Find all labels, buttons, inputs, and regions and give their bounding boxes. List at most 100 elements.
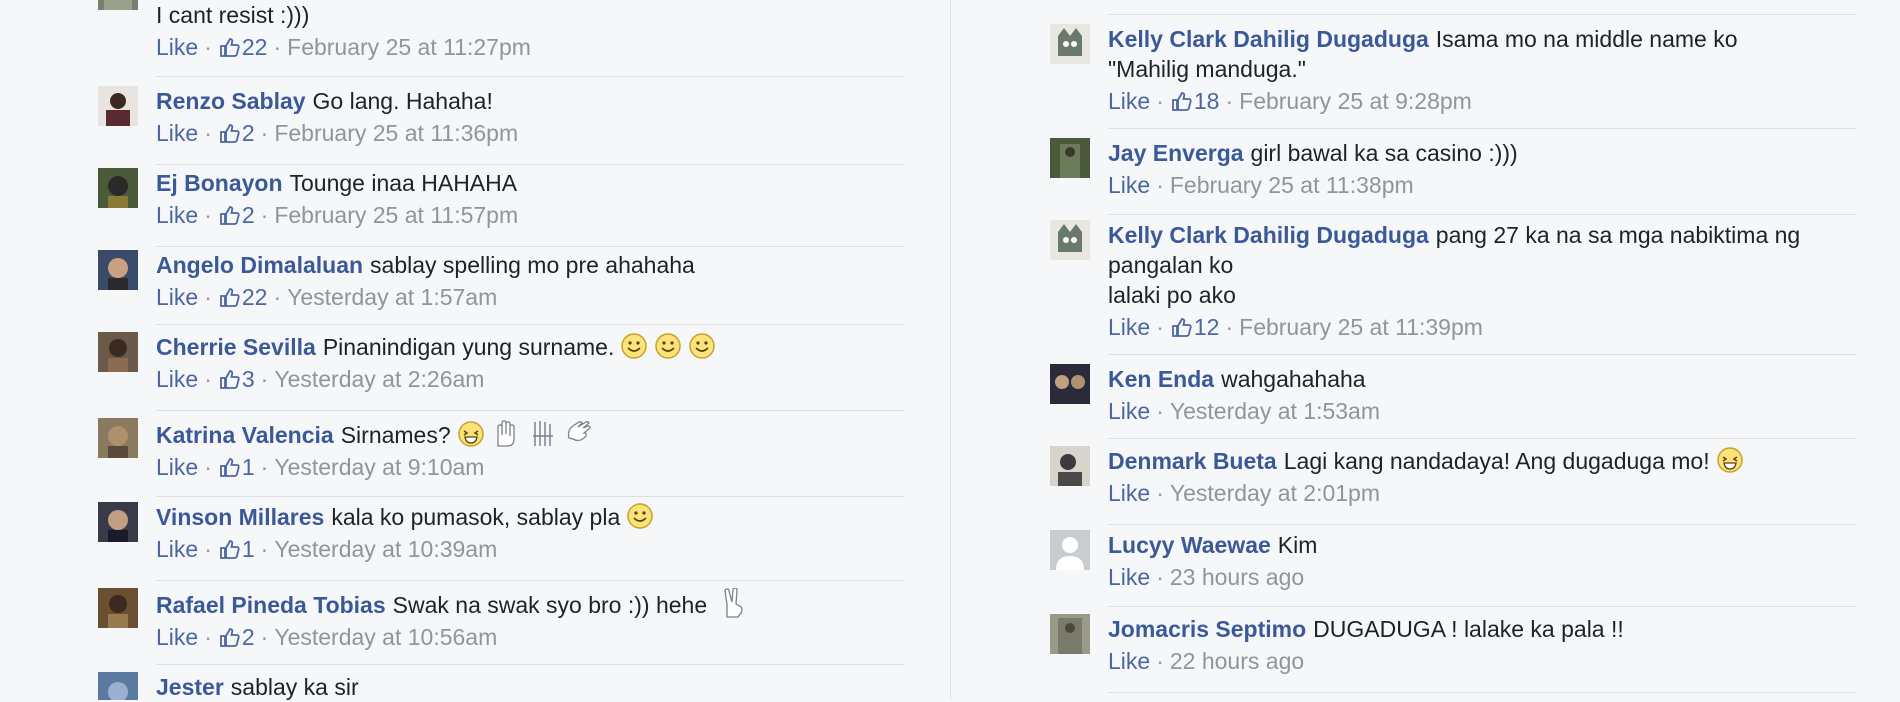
like-link[interactable]: Like — [156, 366, 198, 392]
like-link[interactable]: Like — [156, 536, 198, 562]
avatar[interactable] — [98, 418, 138, 458]
avatar[interactable] — [98, 672, 138, 700]
avatar[interactable] — [98, 86, 138, 126]
timestamp[interactable]: 22 hours ago — [1170, 648, 1304, 674]
like-link[interactable]: Like — [156, 34, 198, 60]
like-link[interactable]: Like — [1108, 314, 1150, 340]
timestamp[interactable]: February 25 at 11:38pm — [1170, 172, 1414, 198]
avatar[interactable] — [98, 168, 138, 208]
commenter-name[interactable]: Jay Enverga — [1108, 140, 1244, 166]
comment-line: Angelo Dimalaluan sablay spelling mo pre … — [156, 250, 904, 280]
timestamp[interactable]: Yesterday at 1:57am — [287, 284, 497, 310]
commenter-name[interactable]: Jester — [156, 674, 224, 700]
timestamp[interactable]: 23 hours ago — [1170, 564, 1304, 590]
timestamp[interactable]: Yesterday at 2:26am — [274, 366, 484, 392]
like-count[interactable]: 12 — [1170, 314, 1219, 340]
commenter-name[interactable]: Lucyy Waewae — [1108, 532, 1271, 558]
timestamp[interactable]: Yesterday at 10:56am — [274, 624, 497, 650]
avatar[interactable] — [1050, 138, 1090, 178]
like-link[interactable]: Like — [156, 624, 198, 650]
like-link[interactable]: Like — [1108, 564, 1150, 590]
like-link[interactable]: Like — [156, 454, 198, 480]
avatar[interactable] — [1050, 24, 1090, 64]
comment-text: "Mahilig manduga." — [1108, 56, 1306, 82]
avatar[interactable] — [1050, 446, 1090, 486]
comment-meta: Like · 22 · Yesterday at 1:57am — [156, 284, 498, 310]
comment-divider — [1108, 354, 1856, 355]
timestamp[interactable]: Yesterday at 2:01pm — [1170, 480, 1380, 506]
comment-meta: Like · Yesterday at 2:01pm — [1108, 480, 1380, 506]
avatar[interactable] — [98, 502, 138, 542]
comment-text: Kim — [1277, 532, 1318, 558]
timestamp[interactable]: February 25 at 11:27pm — [287, 34, 531, 60]
timestamp[interactable]: Yesterday at 1:53am — [1170, 398, 1380, 424]
commenter-name[interactable]: Cherrie Sevilla — [156, 334, 316, 360]
like-count[interactable]: 2 — [218, 624, 255, 650]
like-link[interactable]: Like — [1108, 648, 1150, 674]
timestamp[interactable]: February 25 at 11:57pm — [274, 202, 518, 228]
smiley-emoji-icon — [655, 333, 682, 359]
like-count[interactable]: 3 — [218, 366, 255, 392]
commenter-name[interactable]: Jomacris Septimo — [1108, 616, 1306, 642]
avatar[interactable] — [1050, 220, 1090, 260]
like-link[interactable]: Like — [1108, 88, 1150, 114]
like-count[interactable]: 18 — [1170, 88, 1219, 114]
thumbs-up-icon — [1171, 318, 1192, 337]
comment-divider — [1108, 438, 1856, 439]
comment-divider — [156, 664, 904, 665]
comment-text: sablay ka sir — [230, 674, 359, 700]
like-link[interactable]: Like — [156, 202, 198, 228]
timestamp[interactable]: Yesterday at 9:10am — [274, 454, 484, 480]
comment-text: Lagi kang nandadaya! Ang dugaduga mo! — [1283, 448, 1710, 474]
like-count[interactable]: 1 — [218, 454, 255, 480]
avatar[interactable] — [98, 588, 138, 628]
commenter-name[interactable]: Katrina Valencia — [156, 422, 334, 448]
thumbs-up-icon — [219, 540, 240, 559]
comment-line: Rafael Pineda Tobias Swak na swak syo bro… — [156, 588, 904, 620]
avatar[interactable] — [1050, 614, 1090, 654]
commenter-name[interactable]: Rafael Pineda Tobias — [156, 592, 386, 618]
comment-text: I cant resist :))) — [156, 2, 310, 28]
like-link[interactable]: Like — [156, 284, 198, 310]
thumbs-up-icon — [219, 124, 240, 143]
commenter-name[interactable]: Kelly Clark Dahilig Dugaduga — [1108, 222, 1429, 248]
avatar[interactable] — [98, 250, 138, 290]
comment-line: Lucyy Waewae Kim — [1108, 530, 1856, 560]
comment-meta: Like · 18 · February 25 at 9:28pm — [1108, 88, 1472, 114]
like-link[interactable]: Like — [156, 120, 198, 146]
comment-divider — [1108, 14, 1856, 15]
comment-divider — [156, 246, 904, 247]
timestamp[interactable]: Yesterday at 10:39am — [274, 536, 497, 562]
comment-divider — [156, 76, 904, 77]
like-link[interactable]: Like — [1108, 172, 1150, 198]
comment-divider — [1108, 692, 1856, 693]
like-count[interactable]: 22 — [218, 284, 267, 310]
like-count[interactable]: 2 — [218, 202, 255, 228]
like-count[interactable]: 22 — [218, 34, 267, 60]
comment-meta: Like · 1 · Yesterday at 9:10am — [156, 454, 485, 480]
commenter-name[interactable]: Angelo Dimalaluan — [156, 252, 363, 278]
commenter-name[interactable]: Renzo Sablay — [156, 88, 306, 114]
clap-icon — [567, 421, 591, 442]
laughing-emoji-icon — [1716, 447, 1743, 473]
commenter-name[interactable]: Vinson Millares — [156, 504, 324, 530]
like-link[interactable]: Like — [1108, 480, 1150, 506]
timestamp[interactable]: February 25 at 9:28pm — [1239, 88, 1472, 114]
smiley-emoji-icon — [621, 333, 648, 359]
avatar[interactable] — [98, 332, 138, 372]
avatar[interactable] — [98, 0, 138, 10]
like-count[interactable]: 1 — [218, 536, 255, 562]
commenter-name[interactable]: Kelly Clark Dahilig Dugaduga — [1108, 26, 1429, 52]
timestamp[interactable]: February 25 at 11:36pm — [274, 120, 518, 146]
commenter-name[interactable]: Denmark Bueta — [1108, 448, 1277, 474]
commenter-name[interactable]: Ken Enda — [1108, 366, 1214, 392]
like-count[interactable]: 2 — [218, 120, 255, 146]
comment-line: Jomacris Septimo DUGADUGA ! lalake ka pal… — [1108, 614, 1856, 644]
thumbs-up-icon — [219, 38, 240, 57]
avatar[interactable] — [1050, 530, 1090, 570]
commenter-name[interactable]: Ej Bonayon — [156, 170, 283, 196]
timestamp[interactable]: February 25 at 11:39pm — [1239, 314, 1483, 340]
comment-text: kala ko pumasok, sablay pla — [331, 504, 621, 530]
like-link[interactable]: Like — [1108, 398, 1150, 424]
avatar[interactable] — [1050, 364, 1090, 404]
